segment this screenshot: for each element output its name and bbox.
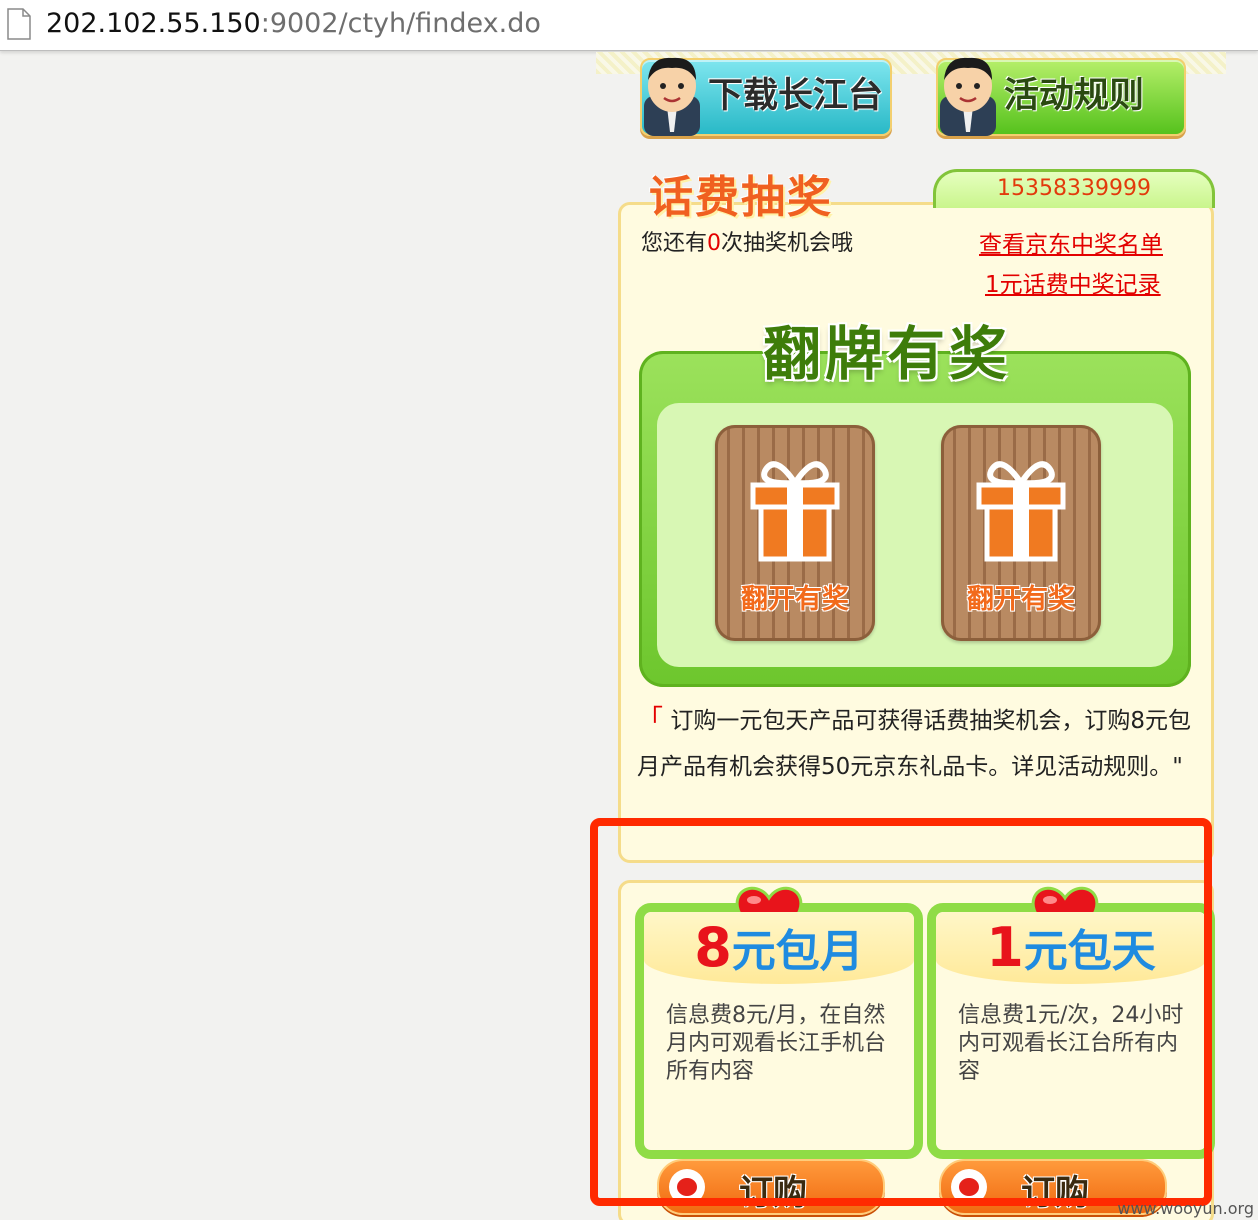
download-app-button[interactable]: 下载长江台	[640, 57, 892, 136]
cartoon-man-icon	[940, 57, 996, 136]
lottery-panel: 话费抽奖 15358339999 您还有0次抽奖机会哦 查看京东中奖名单 1元话…	[618, 169, 1215, 863]
product-unit: 元包天	[1023, 926, 1156, 977]
download-app-label: 下载长江台	[708, 76, 884, 116]
activity-rules-button[interactable]: 活动规则	[936, 57, 1186, 136]
watermark: www.wooyun.org	[1117, 1199, 1254, 1218]
product-daily[interactable]: 1元包天 信息费1元/次，24小时内可观看长江台所有内容	[927, 886, 1215, 1159]
product-section: 8元包月 信息费8元/月，在自然月内可观看长江手机台所有内容 1元包天 信息费1…	[618, 880, 1215, 1220]
url-host: 202.102.55.150	[46, 8, 261, 39]
flip-card-area: 翻开有奖 翻开有奖	[657, 403, 1173, 667]
gift-icon	[976, 461, 1066, 562]
flip-card-label: 翻开有奖	[741, 584, 849, 615]
lottery-description: 「 订购一元包天产品可获得话费抽奖机会，订购8元包月产品有机会获得50元京东礼品…	[637, 697, 1199, 790]
mobile-page: 下载长江台 活动规则 话费抽奖 15358339999 您还有0次抽奖机会哦 查…	[596, 52, 1226, 1220]
activity-rules-label: 活动规则	[1004, 76, 1145, 116]
phone-number-tab: 15358339999	[933, 169, 1215, 208]
product-price: 8	[694, 916, 732, 979]
chance-prefix: 您还有	[641, 231, 708, 256]
cartoon-man-icon	[644, 57, 700, 136]
order-label: 订购	[739, 1173, 807, 1213]
flip-card-panel: 翻牌有奖 翻开有奖 翻开有奖	[639, 320, 1191, 687]
product-price: 1	[986, 916, 1024, 979]
url-path: :9002/ctyh/findex.do	[260, 8, 541, 39]
product-title: 1元包天	[936, 912, 1206, 984]
chance-suffix: 次抽奖机会哦	[721, 231, 854, 256]
fee-winners-link[interactable]: 1元话费中奖记录	[985, 265, 1161, 299]
apple-icon	[951, 1169, 987, 1205]
jd-winners-link[interactable]: 查看京东中奖名单	[979, 225, 1163, 259]
product-title: 8元包月	[644, 912, 914, 984]
chance-count: 0	[707, 231, 722, 256]
order-label: 订购	[1021, 1173, 1089, 1213]
product-description: 信息费8元/月，在自然月内可观看长江手机台所有内容	[666, 1003, 887, 1084]
product-monthly[interactable]: 8元包月 信息费8元/月，在自然月内可观看长江手机台所有内容	[635, 886, 923, 1159]
flip-card-label: 翻开有奖	[967, 584, 1075, 615]
description-text: 订购一元包天产品可获得话费抽奖机会，订购8元包月产品有机会获得50元京东礼品卡。…	[637, 708, 1191, 780]
quote-mark: 「	[637, 705, 664, 735]
product-description: 信息费1元/次，24小时内可观看长江台所有内容	[958, 1003, 1184, 1084]
order-monthly-button[interactable]: 订购	[657, 1159, 885, 1215]
apple-icon	[669, 1169, 705, 1205]
lottery-chance-text: 您还有0次抽奖机会哦	[641, 225, 853, 257]
flip-card-1[interactable]: 翻开有奖	[715, 425, 875, 641]
lottery-title: 话费抽奖	[649, 172, 833, 223]
url-text[interactable]: 202.102.55.150:9002/ctyh/findex.do	[46, 6, 541, 42]
flip-title: 翻牌有奖	[763, 320, 1012, 388]
browser-url-bar[interactable]: 202.102.55.150:9002/ctyh/findex.do	[0, 0, 1258, 51]
flip-card-2[interactable]: 翻开有奖	[941, 425, 1101, 641]
product-unit: 元包月	[731, 926, 864, 977]
gift-icon	[750, 461, 840, 562]
page-icon	[7, 8, 31, 40]
